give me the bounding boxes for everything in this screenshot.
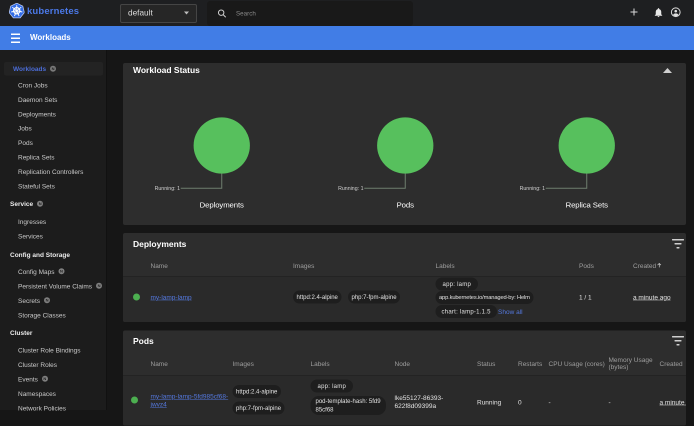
svg-text:Deployments: Deployments bbox=[200, 200, 244, 209]
svg-text:Running: 1: Running: 1 bbox=[155, 186, 180, 192]
svg-text:Replica Sets: Replica Sets bbox=[566, 200, 609, 209]
svg-text:Running: 1: Running: 1 bbox=[520, 186, 545, 192]
svg-text:Pods: Pods bbox=[397, 200, 414, 209]
svg-text:Running: 1: Running: 1 bbox=[338, 186, 363, 192]
